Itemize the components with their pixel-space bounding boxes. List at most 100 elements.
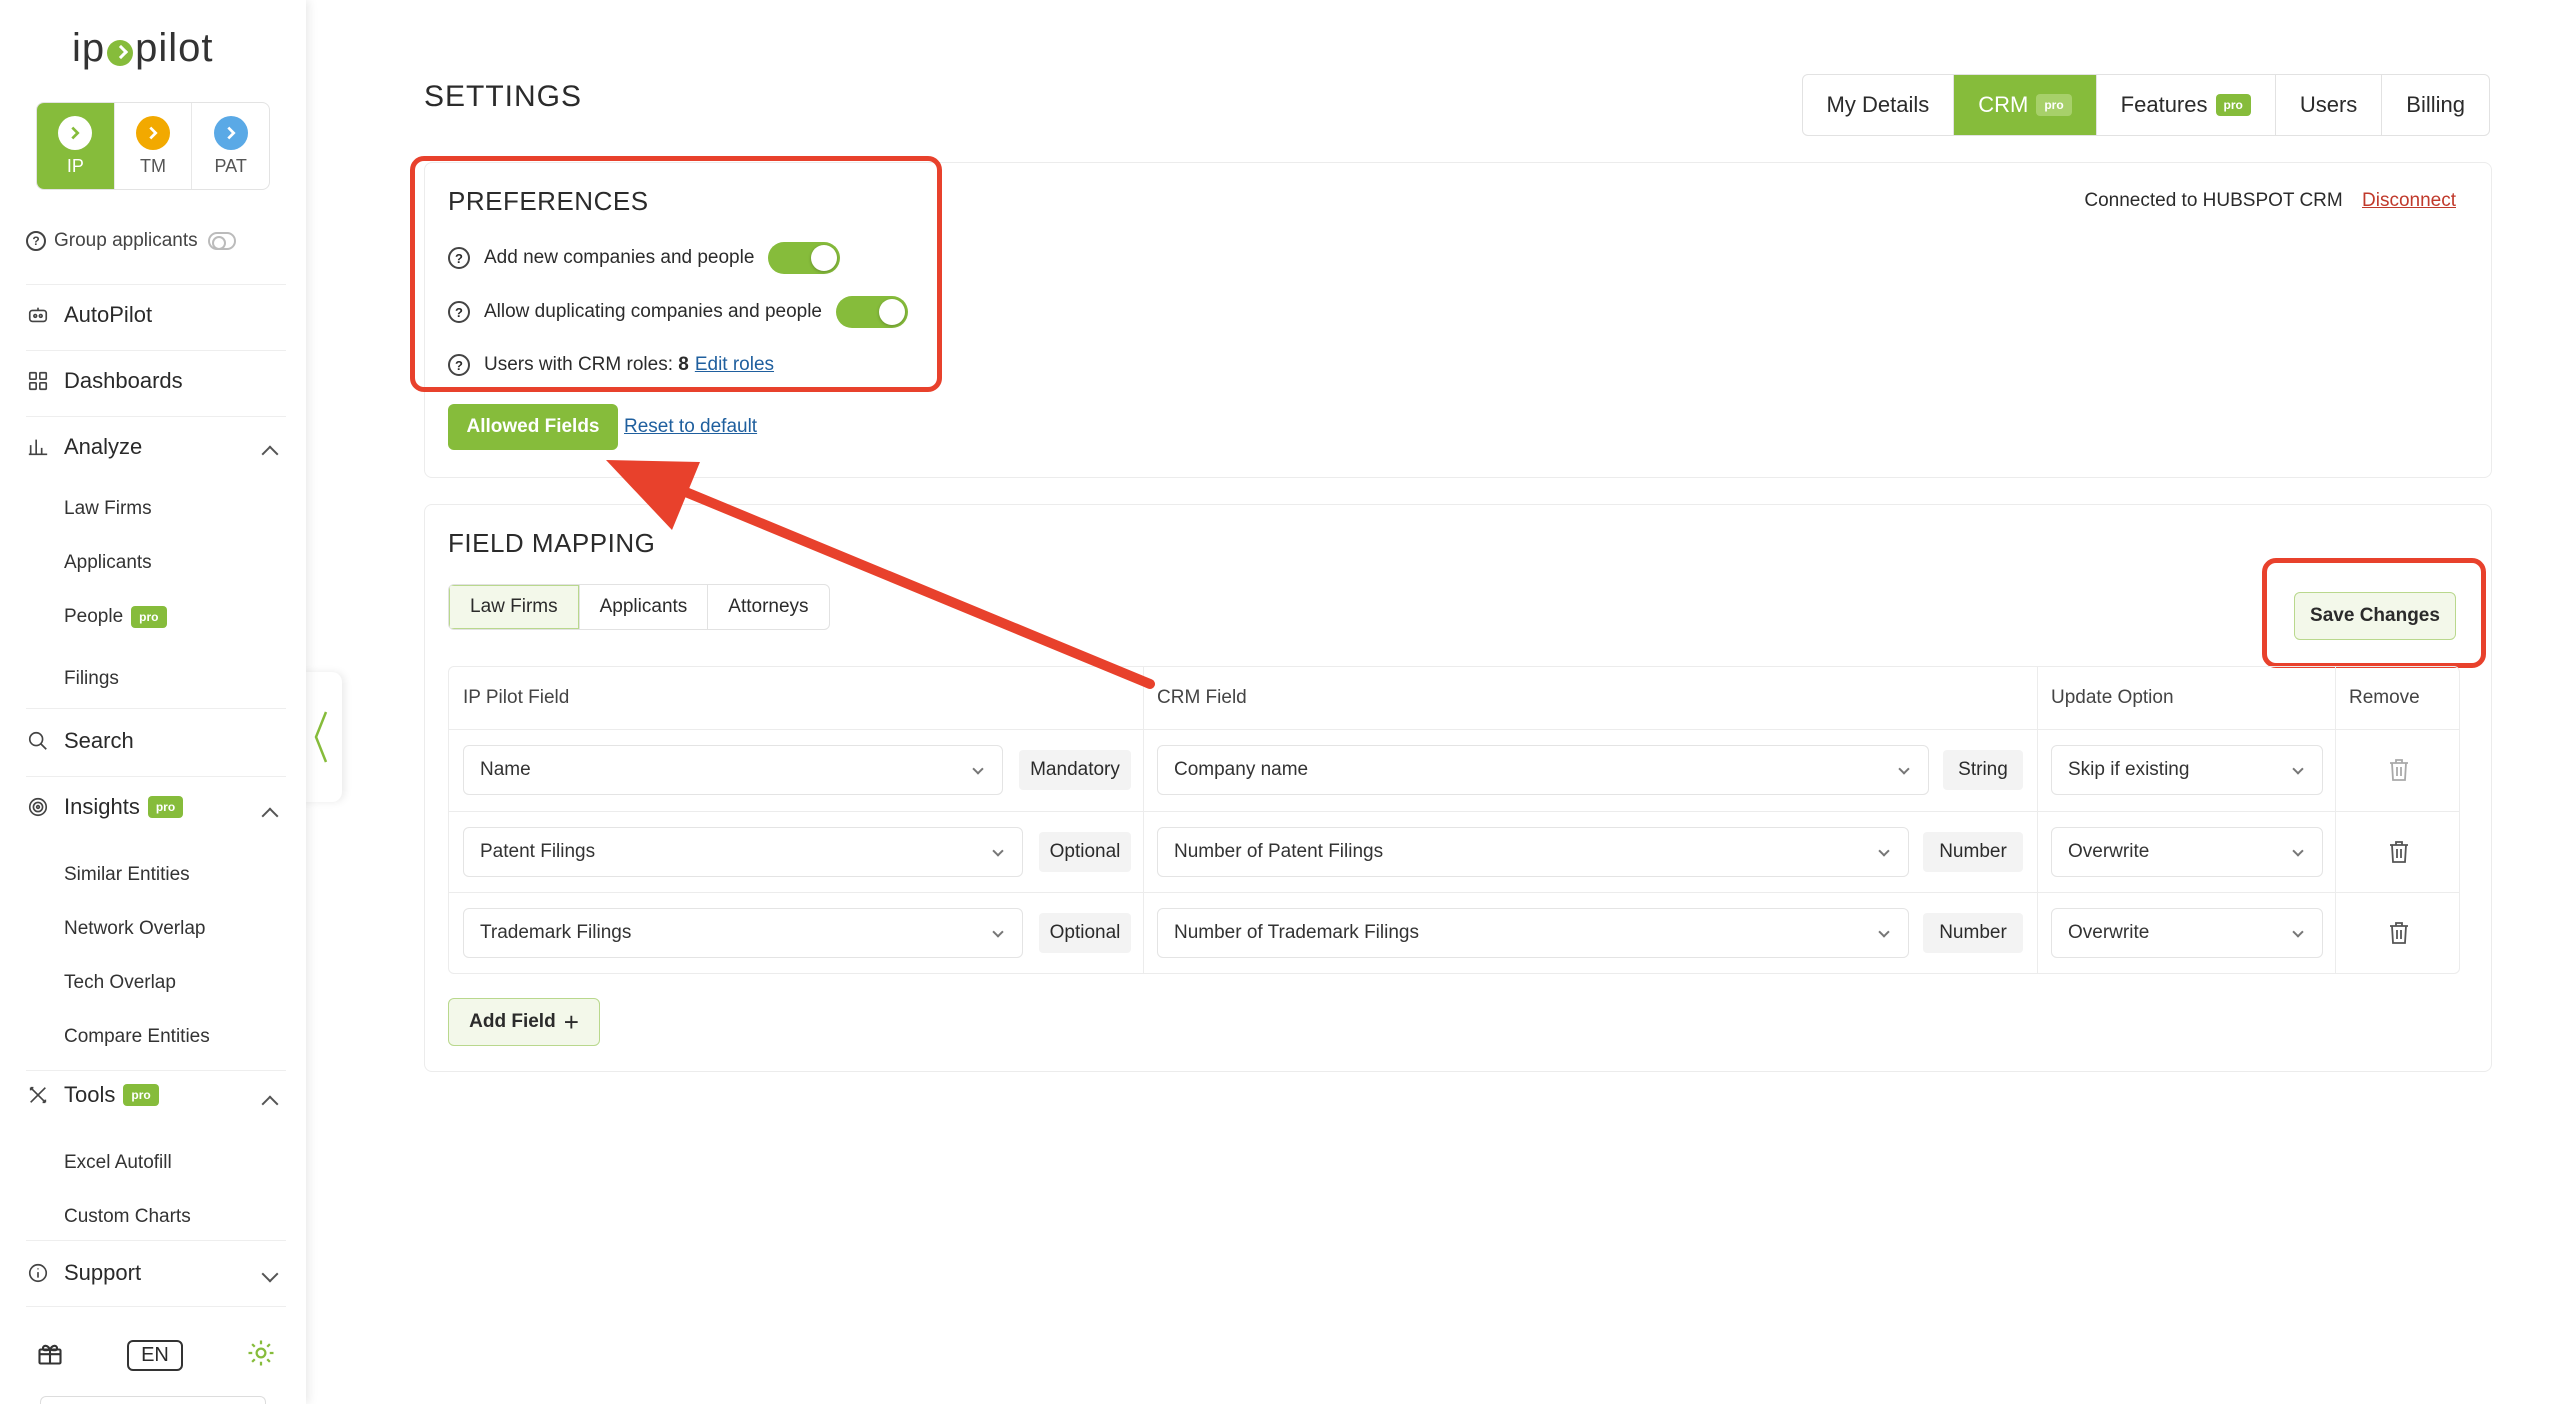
pref-label: Allow duplicating companies and people [484,301,823,322]
crm-field-select[interactable]: Company name [1157,745,1929,795]
reset-to-default-link[interactable]: Reset to default [624,416,757,438]
app-logo[interactable]: ip pilot [72,26,214,71]
tab-users[interactable]: Users [2274,75,2381,135]
allow-dup-toggle[interactable] [836,296,909,328]
column-header-ip-pilot-field: IP Pilot Field [463,687,570,708]
mode-label: IP [66,155,84,176]
sidebar-item-insights[interactable]: Insights pro [26,794,184,820]
update-option-select[interactable]: Skip if existing [2051,745,2323,795]
gear-icon[interactable] [246,1338,276,1373]
ip-field-select[interactable]: Trademark Filings [463,908,1023,958]
mode-ip[interactable]: IP [37,103,114,189]
tab-label: Users [2299,92,2358,117]
divider [26,776,286,777]
tab-features[interactable]: Features pro [2095,75,2275,135]
crm-connection-status: Connected to HUBSPOT CRM Disconnect [2084,190,2456,212]
sidebar-item-dashboards[interactable]: Dashboards [26,368,183,394]
chevron-down-icon[interactable] [261,1265,279,1283]
sidebar-subitem-compare-entities[interactable]: Compare Entities [64,1026,210,1048]
group-applicants-toggle[interactable] [207,232,236,250]
tab-attorneys[interactable]: Attorneys [707,585,828,629]
group-applicants-label: Group applicants [54,230,198,251]
help-icon[interactable]: ? [448,354,470,376]
sidebar-item-autopilot[interactable]: AutoPilot [26,302,152,328]
edit-roles-link[interactable]: Edit roles [695,354,774,376]
select-value: Patent Filings [480,841,596,862]
chevron-up-icon[interactable] [261,1095,279,1113]
save-changes-button[interactable]: Save Changes [2294,592,2456,640]
update-option-select[interactable]: Overwrite [2051,827,2323,877]
sidebar-subitem-excel-autofill[interactable]: Excel Autofill [64,1152,172,1174]
ip-field-select[interactable]: Name [463,745,1003,795]
chevron-up-icon[interactable] [261,807,279,825]
search-icon [26,729,50,753]
trash-icon[interactable] [2387,920,2411,946]
chevron-down-icon [2292,763,2304,775]
sidebar-subitem-label: People [64,606,124,627]
tab-applicants[interactable]: Applicants [578,585,708,629]
settings-tabs: My Details CRM pro Features pro Users Bi… [1801,74,2490,136]
gift-icon[interactable] [36,1339,64,1372]
crm-field-select[interactable]: Number of Trademark Filings [1157,908,1909,958]
add-field-button[interactable]: Add Field + [448,998,600,1046]
mode-pat[interactable]: PAT [191,103,269,189]
help-icon[interactable]: ? [448,301,470,323]
disconnect-link[interactable]: Disconnect [2362,190,2456,211]
sidebar-item-analyze[interactable]: Analyze [26,434,282,460]
sidebar-item-tools[interactable]: Tools pro [26,1082,159,1108]
sidebar-item-label: AutoPilot [64,302,153,327]
pro-badge: pro [2215,94,2251,116]
ip-field-select[interactable]: Patent Filings [463,827,1023,877]
field-mapping-table: IP Pilot Field CRM Field Update Option R… [448,666,2460,974]
row-divider [449,729,2459,730]
type-tag: String [1943,750,2023,790]
sidebar: ip pilot IP TM PAT ? Group applicants Au… [0,0,306,1404]
tab-my-details[interactable]: My Details [1803,75,1954,135]
trash-icon[interactable] [2387,839,2411,865]
sidebar-subitem-people[interactable]: People pro [64,606,167,628]
pro-badge: pro [131,606,167,628]
type-tag: Number [1923,832,2023,872]
sidebar-subitem-tech-overlap[interactable]: Tech Overlap [64,972,176,994]
sidebar-subitem-network-overlap[interactable]: Network Overlap [64,918,206,940]
sidebar-subitem-custom-charts[interactable]: Custom Charts [64,1206,191,1228]
allowed-fields-button[interactable]: Allowed Fields [448,404,618,450]
pro-badge: pro [123,1084,159,1106]
sidebar-subitem-similar-entities[interactable]: Similar Entities [64,864,190,886]
sidebar-item-label: Tools [64,1082,116,1107]
chevron-down-icon [972,763,984,775]
language-button[interactable]: EN [127,1340,183,1371]
select-value: Company name [1174,759,1309,780]
sidebar-item-search[interactable]: Search [26,728,134,754]
sidebar-item-label: Support [64,1260,142,1285]
help-icon[interactable]: ? [448,247,470,269]
sidebar-subitem-filings[interactable]: Filings [64,668,119,690]
tab-law-firms[interactable]: Law Firms [449,585,579,629]
pref-crm-roles: ? Users with CRM roles: 8 Edit roles [448,354,774,376]
sidebar-subitem-law-firms[interactable]: Law Firms [64,498,152,520]
trash-icon[interactable] [2387,757,2411,783]
mode-label: TM [140,155,166,176]
type-tag: Number [1923,913,2023,953]
chevron-left-icon [314,711,328,763]
divider [26,416,286,417]
update-option-select[interactable]: Overwrite [2051,908,2323,958]
crm-field-select[interactable]: Number of Patent Filings [1157,827,1909,877]
group-applicants-row[interactable]: ? Group applicants [26,230,236,252]
divider [26,284,286,285]
column-divider [2335,667,2336,973]
sidebar-subitem-applicants[interactable]: Applicants [64,552,152,574]
sidebar-footer: EN [36,1338,276,1373]
requirement-tag: Mandatory [1019,750,1131,790]
pref-allow-duplicating: ? Allow duplicating companies and people [448,296,909,328]
column-divider [1143,667,1144,973]
divider [26,1070,286,1071]
sidebar-item-support[interactable]: Support [26,1260,141,1286]
tab-billing[interactable]: Billing [2381,75,2489,135]
select-value: Number of Patent Filings [1174,841,1384,862]
add-new-toggle[interactable] [768,242,841,274]
collapse-sidebar-button[interactable] [300,672,342,802]
chevron-down-icon [1878,926,1890,938]
mode-tm[interactable]: TM [113,103,192,189]
tab-crm[interactable]: CRM pro [1953,75,2096,135]
